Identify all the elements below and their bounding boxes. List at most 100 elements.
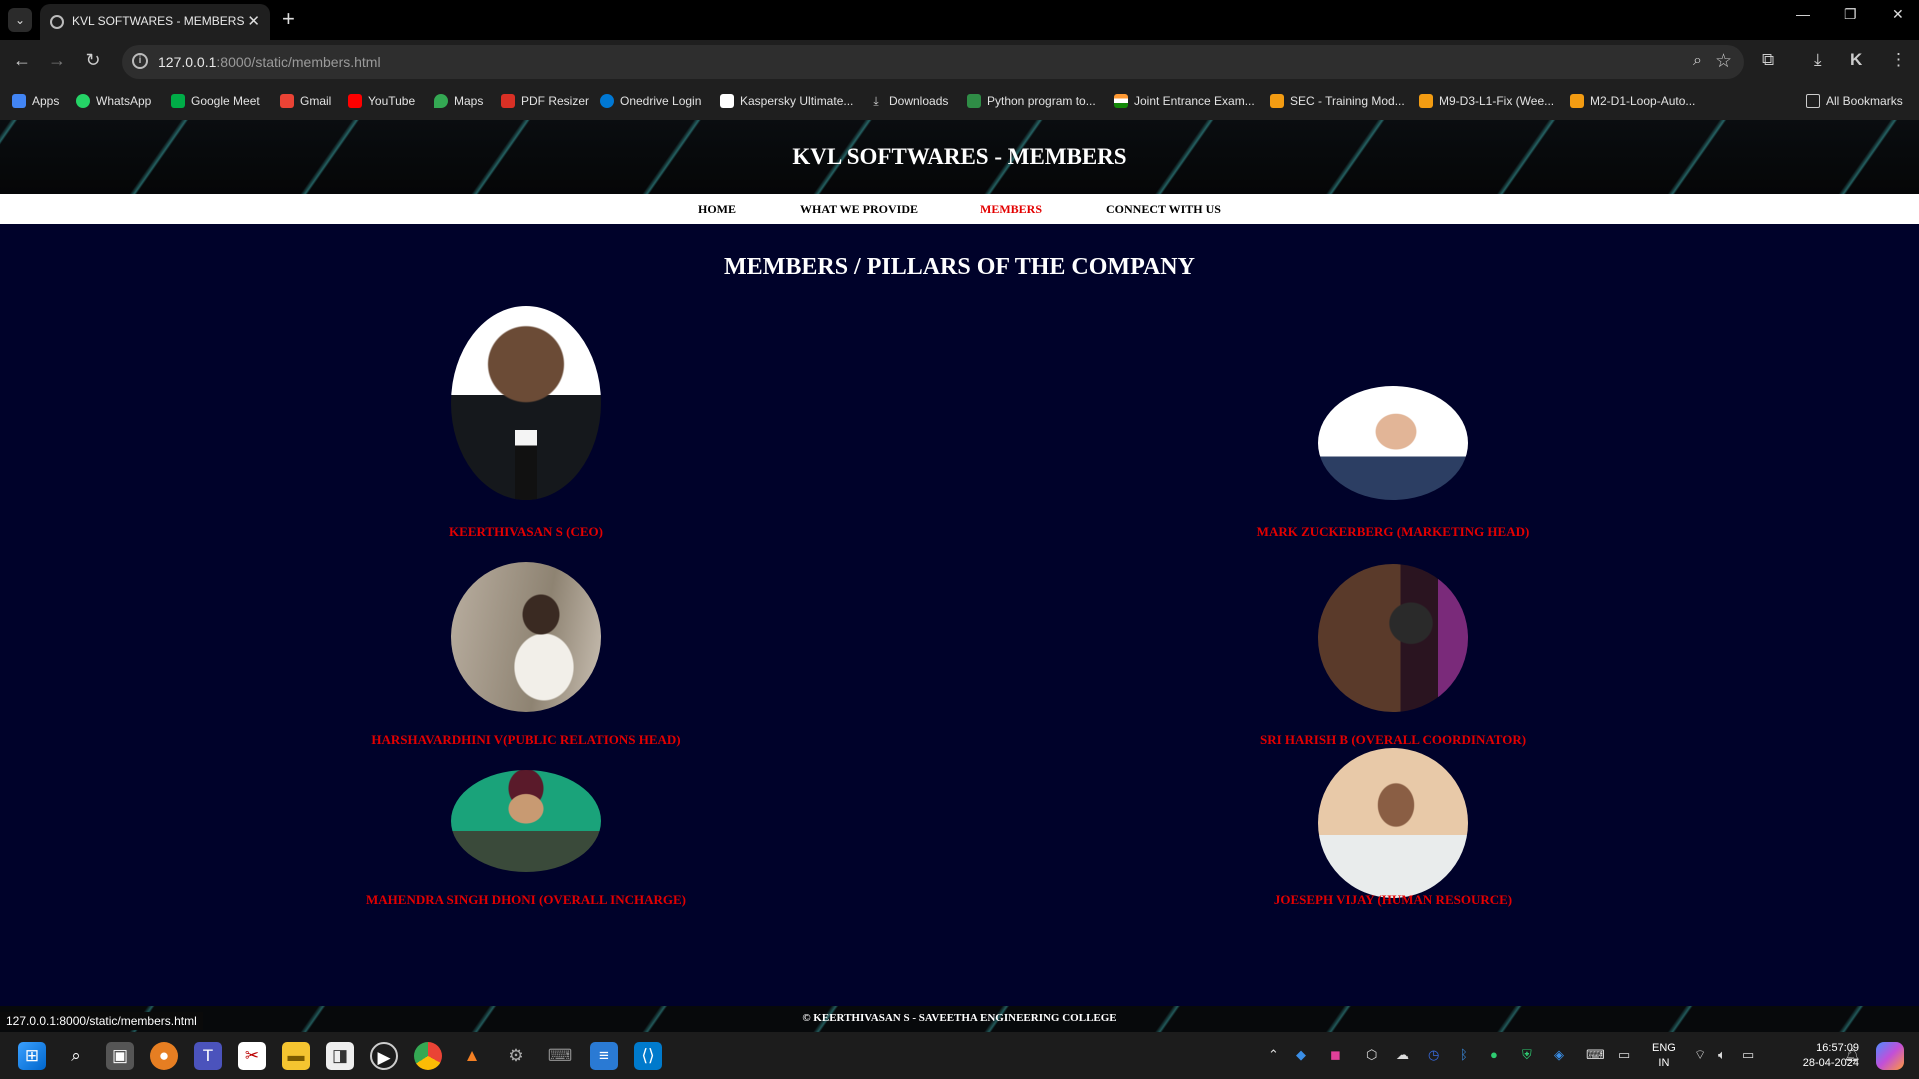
restore-button[interactable]: ❐: [1844, 6, 1857, 23]
bookmark-label: SEC - Training Mod...: [1290, 94, 1405, 108]
bookmark-sec-training[interactable]: SEC - Training Mod...: [1270, 94, 1405, 108]
close-tab-icon[interactable]: ✕: [247, 12, 260, 30]
bookmark-whatsapp[interactable]: WhatsApp: [76, 94, 151, 108]
snipping-tool-icon[interactable]: ✂: [238, 1042, 266, 1070]
onedrive-cloud-icon: [600, 94, 614, 108]
members-heading: MEMBERS / PILLARS OF THE COMPANY: [724, 254, 1195, 280]
input-language[interactable]: ENG IN: [1652, 1041, 1676, 1071]
member-name: HARSHAVARDHINI V(PUBLIC RELATIONS HEAD): [371, 732, 681, 747]
reload-button[interactable]: ↻: [81, 50, 105, 71]
browser-toolbar: ← → ↻ i 127.0.0.1:8000/static/members.ht…: [0, 40, 1919, 84]
tab-active[interactable]: KVL SOFTWARES - MEMBERS ✕: [40, 4, 270, 40]
bookmark-jee[interactable]: Joint Entrance Exam...: [1114, 94, 1255, 108]
bookmark-downloads[interactable]: ⤓ Downloads: [869, 94, 948, 108]
show-hidden-icons-chevron[interactable]: ⌃: [1268, 1047, 1279, 1063]
bookmark-gmail[interactable]: Gmail: [280, 94, 331, 108]
bluetooth-icon[interactable]: ᛒ: [1460, 1047, 1468, 1062]
member-photo: [451, 306, 601, 500]
bookmark-m9[interactable]: M9-D3-L1-Fix (Wee...: [1419, 94, 1554, 108]
bookmark-label: Apps: [32, 94, 60, 108]
footer-text: © KEERTHIVASAN S - SAVEETHA ENGINEERING …: [802, 1012, 1117, 1024]
forward-button[interactable]: →: [45, 50, 69, 71]
settings-gear-icon[interactable]: ⚙: [502, 1042, 530, 1070]
tray-app-icon[interactable]: ●: [1490, 1047, 1498, 1062]
windows-start-icon[interactable]: ⊞: [18, 1042, 46, 1070]
url-text[interactable]: 127.0.0.1:8000/static/members.html: [158, 54, 381, 70]
site-info-icon[interactable]: i: [132, 53, 148, 69]
region-code: IN: [1658, 1057, 1670, 1069]
terminal-icon[interactable]: ⌨: [546, 1042, 574, 1070]
member-photo: [1318, 386, 1468, 500]
url-path: :8000/static/members.html: [216, 54, 381, 70]
close-window-button[interactable]: ✕: [1892, 6, 1904, 23]
iamneo-icon: [1270, 94, 1284, 108]
site-header: KVL SOFTWARES - MEMBERS: [0, 120, 1919, 194]
display-icon[interactable]: ▭: [1618, 1047, 1630, 1063]
globe-icon: [50, 15, 64, 29]
tab-search-button[interactable]: ⌄: [8, 8, 32, 32]
zoom-icon[interactable]: ⌕: [1693, 52, 1702, 70]
notepad-icon[interactable]: ≡: [590, 1042, 618, 1070]
status-bar-url: 127.0.0.1:8000/static/members.html: [0, 1012, 203, 1030]
task-view-icon[interactable]: ▣: [106, 1042, 134, 1070]
wifi-icon[interactable]: ⌔: [1694, 1047, 1706, 1063]
extensions-icon[interactable]: ⧉: [1762, 50, 1774, 70]
iamneo-icon: [1419, 94, 1433, 108]
search-icon[interactable]: ⌕: [62, 1042, 90, 1070]
bookmark-label: Downloads: [889, 94, 949, 108]
bookmark-maps[interactable]: Maps: [434, 94, 483, 108]
volume-icon[interactable]: 🔈︎: [1718, 1047, 1726, 1063]
media-player-icon[interactable]: ▶: [370, 1042, 398, 1070]
nav-home[interactable]: HOME: [698, 202, 736, 217]
language-code: ENG: [1652, 1042, 1676, 1054]
microsoft-store-icon[interactable]: ◨: [326, 1042, 354, 1070]
nav-what-we-provide[interactable]: WHAT WE PROVIDE: [800, 202, 918, 217]
bookmarks-bar: Apps WhatsApp Google Meet Gmail YouTube …: [0, 84, 1919, 120]
nav-connect-with-us[interactable]: CONNECT WITH US: [1106, 202, 1221, 217]
geeksforgeeks-icon: [967, 94, 981, 108]
minimize-button[interactable]: —: [1796, 6, 1810, 22]
bookmark-label: PDF Resizer: [521, 94, 590, 108]
bookmark-label: Onedrive Login: [620, 94, 702, 108]
new-tab-button[interactable]: +: [282, 6, 295, 32]
vlc-icon[interactable]: ▲: [458, 1042, 486, 1070]
bookmark-pdf-resizer[interactable]: PDF Resizer: [501, 94, 589, 108]
clock-tray-icon[interactable]: ◷: [1428, 1047, 1439, 1063]
onedrive-tray-icon[interactable]: ☁: [1396, 1047, 1409, 1063]
vscode-icon[interactable]: ⟨⟩: [634, 1042, 662, 1070]
windows-taskbar: ⊞ ⌕ ▣ ● T ✂ ▬ ◨ ▶ ▲ ⚙ ⌨ ≡ ⟨⟩ ⌃ ◆ ◼ ⬡ ☁ ◷…: [0, 1032, 1919, 1079]
back-button[interactable]: ←: [10, 50, 34, 71]
widgets-icon[interactable]: ●: [150, 1042, 178, 1070]
nav-members[interactable]: MEMBERS: [980, 202, 1042, 217]
tray-app-icon[interactable]: ⬡: [1366, 1047, 1377, 1063]
kaspersky-extension-icon[interactable]: K: [1850, 50, 1862, 70]
battery-icon[interactable]: ▭: [1742, 1047, 1754, 1063]
notification-bell-icon[interactable]: 🔔︎: [1844, 1047, 1861, 1063]
file-explorer-icon[interactable]: ▬: [282, 1042, 310, 1070]
bookmark-m2[interactable]: M2-D1-Loop-Auto...: [1570, 94, 1695, 108]
bookmark-apps[interactable]: Apps: [12, 94, 59, 108]
bookmark-youtube[interactable]: YouTube: [348, 94, 415, 108]
copilot-icon[interactable]: [1876, 1042, 1904, 1070]
india-flag-icon: [1114, 94, 1128, 108]
bookmark-onedrive[interactable]: Onedrive Login: [600, 94, 701, 108]
bookmark-python[interactable]: Python program to...: [967, 94, 1096, 108]
address-bar[interactable]: i 127.0.0.1:8000/static/members.html ⌕ ☆: [122, 45, 1744, 79]
security-shield-icon[interactable]: ⛨: [1522, 1047, 1532, 1063]
bookmark-google-meet[interactable]: Google Meet: [171, 94, 260, 108]
chrome-icon[interactable]: [414, 1042, 442, 1070]
gmail-icon: [280, 94, 294, 108]
all-bookmarks[interactable]: All Bookmarks: [1806, 94, 1903, 108]
tray-app-icon[interactable]: ◼: [1330, 1047, 1341, 1063]
tray-app-icon[interactable]: ◈: [1554, 1047, 1564, 1063]
bookmark-label: Maps: [454, 94, 484, 108]
menu-icon[interactable]: ⋮: [1890, 50, 1907, 70]
bookmark-kaspersky[interactable]: Kaspersky Ultimate...: [720, 94, 853, 108]
site-nav: HOME WHAT WE PROVIDE MEMBERS CONNECT WIT…: [0, 194, 1919, 224]
download-icon[interactable]: ⤓: [1814, 50, 1822, 70]
keyboard-icon[interactable]: ⌨: [1586, 1047, 1605, 1063]
bookmark-star-icon[interactable]: ☆: [1715, 50, 1732, 73]
bookmark-label: WhatsApp: [96, 94, 152, 108]
teams-icon[interactable]: T: [194, 1042, 222, 1070]
tray-app-icon[interactable]: ◆: [1296, 1047, 1306, 1063]
